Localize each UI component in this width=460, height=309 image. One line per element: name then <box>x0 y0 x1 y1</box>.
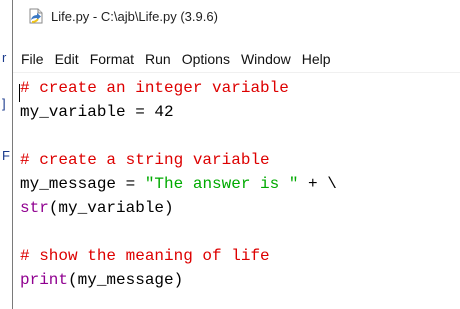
menu-window[interactable]: Window <box>241 51 291 67</box>
code-token-string: "The answer is " <box>144 175 299 193</box>
menu-help[interactable]: Help <box>302 51 331 67</box>
title-bar[interactable]: Life.py - C:\ajb\Life.py (3.9.6) <box>13 0 460 32</box>
menu-bar: File Edit Format Run Options Window Help <box>13 46 460 73</box>
background-window-text: F <box>2 148 10 163</box>
code-token-builtin: str <box>20 199 49 217</box>
code-token-comment: # create an integer variable <box>20 79 289 97</box>
code-token-normal: + \ <box>298 175 337 193</box>
python-file-icon <box>27 7 45 25</box>
menu-options[interactable]: Options <box>182 51 230 67</box>
code-line: my_message = "The answer is " + \ <box>20 172 460 196</box>
background-window-edge: r ] F <box>0 0 12 309</box>
code-line: # show the meaning of life <box>20 244 460 268</box>
window-title: Life.py - C:\ajb\Life.py (3.9.6) <box>51 8 218 24</box>
code-line: print(my_message) <box>20 268 460 292</box>
code-token-comment: # show the meaning of life <box>20 247 270 265</box>
idle-editor-window: Life.py - C:\ajb\Life.py (3.9.6) File Ed… <box>12 0 460 309</box>
menu-edit[interactable]: Edit <box>55 51 79 67</box>
code-editor[interactable]: # create an integer variable my_variable … <box>13 76 460 309</box>
code-token-comment: # create a string variable <box>20 151 270 169</box>
menu-run[interactable]: Run <box>145 51 171 67</box>
code-token-normal: my_variable = 42 <box>20 103 174 121</box>
code-token-normal: (my_variable) <box>48 199 174 217</box>
menu-file[interactable]: File <box>21 51 44 67</box>
code-token-normal: (my_message) <box>68 271 184 289</box>
background-window-text: ] <box>2 96 6 111</box>
code-token-normal: my_message = <box>20 175 145 193</box>
code-token-builtin: print <box>20 271 69 289</box>
code-line: # create an integer variable <box>20 76 460 100</box>
menu-format[interactable]: Format <box>90 51 134 67</box>
background-window-text: r <box>2 50 7 65</box>
code-line: str(my_variable) <box>20 196 460 220</box>
code-line: my_variable = 42 <box>20 100 460 124</box>
code-line: # create a string variable <box>20 148 460 172</box>
